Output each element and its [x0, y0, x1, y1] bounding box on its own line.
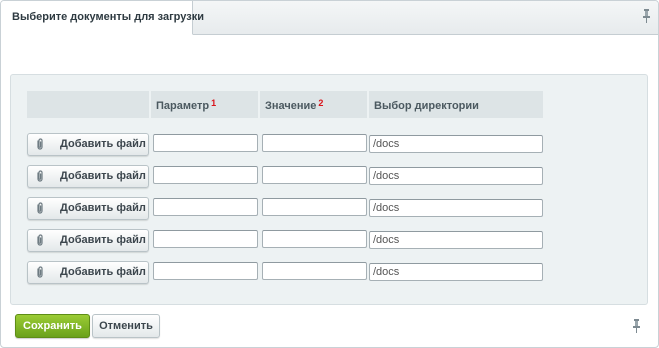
add-file-label: Добавить файл: [60, 202, 146, 214]
tab-title: Выберите документы для загрузки: [12, 11, 204, 23]
parameter-input[interactable]: [153, 230, 258, 248]
column-header-text: Параметр: [156, 100, 210, 112]
save-button[interactable]: Сохранить: [15, 314, 90, 338]
add-file-button[interactable]: Добавить файл: [27, 165, 149, 188]
directory-input[interactable]: [369, 135, 543, 153]
add-file-label: Добавить файл: [60, 266, 146, 278]
add-file-label: Добавить файл: [60, 138, 146, 150]
directory-input[interactable]: [369, 263, 543, 281]
add-file-button[interactable]: Добавить файл: [27, 261, 149, 284]
value-input[interactable]: [262, 198, 367, 216]
parameter-input[interactable]: [153, 166, 258, 184]
column-header-value: Значение 2: [260, 91, 367, 118]
column-header-actions: [27, 91, 149, 118]
column-header-directory: Выбор директории: [369, 91, 543, 118]
paperclip-icon: [36, 202, 44, 214]
paperclip-icon: [36, 266, 44, 278]
footnote-marker: 2: [318, 98, 324, 108]
directory-input[interactable]: [369, 167, 543, 185]
pin-icon[interactable]: [642, 9, 651, 23]
parameter-input[interactable]: [153, 198, 258, 216]
add-file-button[interactable]: Добавить файл: [27, 197, 149, 220]
value-input[interactable]: [262, 262, 367, 280]
add-file-button[interactable]: Добавить файл: [27, 229, 149, 252]
directory-input[interactable]: [369, 199, 543, 217]
column-header-text: Значение: [265, 100, 317, 112]
value-input[interactable]: [262, 134, 367, 152]
paperclip-icon: [36, 138, 44, 150]
cancel-button[interactable]: Отменить: [92, 314, 160, 338]
value-input[interactable]: [262, 166, 367, 184]
add-file-button[interactable]: Добавить файл: [27, 133, 149, 156]
add-file-label: Добавить файл: [60, 170, 146, 182]
paperclip-icon: [36, 234, 44, 246]
column-header-parameter: Параметр 1: [151, 91, 258, 118]
pin-icon[interactable]: [632, 319, 641, 333]
column-header-label: Значение 2: [265, 98, 324, 112]
directory-input[interactable]: [369, 231, 543, 249]
parameter-input[interactable]: [153, 262, 258, 280]
parameter-input[interactable]: [153, 134, 258, 152]
paperclip-icon: [36, 170, 44, 182]
add-file-label: Добавить файл: [60, 234, 146, 246]
dialog-window: Выберите документы для загрузки Параметр…: [0, 0, 659, 348]
file-upload-table: Параметр 1 Значение 2 Выбор директории Добави…: [10, 74, 648, 305]
footnote-marker: 1: [211, 98, 217, 108]
dialog-header: Выберите документы для загрузки: [1, 1, 658, 35]
column-header-label: Выбор директории: [374, 100, 479, 112]
tab-upload-documents[interactable]: Выберите документы для загрузки: [1, 1, 204, 35]
column-header-label: Параметр 1: [156, 98, 217, 112]
column-header-text: Выбор директории: [374, 100, 479, 112]
value-input[interactable]: [262, 230, 367, 248]
